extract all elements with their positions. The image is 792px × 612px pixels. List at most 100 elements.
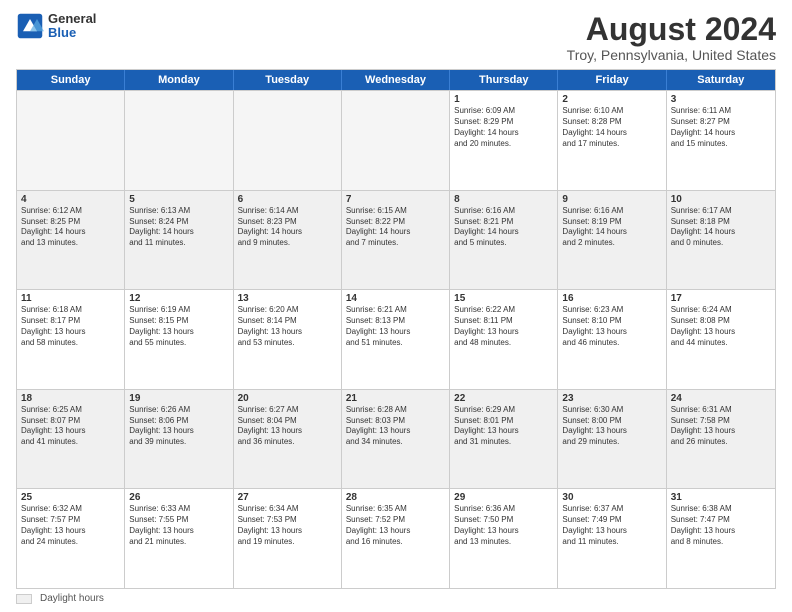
calendar-cell: 9Sunrise: 6:16 AMSunset: 8:19 PMDaylight… bbox=[558, 191, 666, 290]
cell-content: Sunrise: 6:23 AMSunset: 8:10 PMDaylight:… bbox=[562, 305, 661, 348]
legend-label: Daylight hours bbox=[40, 593, 104, 604]
cell-content: Sunrise: 6:09 AMSunset: 8:29 PMDaylight:… bbox=[454, 106, 553, 149]
legend-box bbox=[16, 594, 32, 604]
cell-content: Sunrise: 6:22 AMSunset: 8:11 PMDaylight:… bbox=[454, 305, 553, 348]
day-number: 13 bbox=[238, 293, 337, 304]
day-number: 12 bbox=[129, 293, 228, 304]
cell-content: Sunrise: 6:16 AMSunset: 8:19 PMDaylight:… bbox=[562, 206, 661, 249]
logo-blue-text: Blue bbox=[48, 26, 96, 40]
calendar-cell: 11Sunrise: 6:18 AMSunset: 8:17 PMDayligh… bbox=[17, 290, 125, 389]
calendar-cell: 6Sunrise: 6:14 AMSunset: 8:23 PMDaylight… bbox=[234, 191, 342, 290]
calendar-cell: 25Sunrise: 6:32 AMSunset: 7:57 PMDayligh… bbox=[17, 489, 125, 588]
calendar-row-2: 11Sunrise: 6:18 AMSunset: 8:17 PMDayligh… bbox=[17, 289, 775, 389]
day-number: 24 bbox=[671, 393, 771, 404]
calendar-cell: 21Sunrise: 6:28 AMSunset: 8:03 PMDayligh… bbox=[342, 390, 450, 489]
calendar-cell: 23Sunrise: 6:30 AMSunset: 8:00 PMDayligh… bbox=[558, 390, 666, 489]
calendar-header-sunday: Sunday bbox=[17, 70, 125, 90]
calendar-header: SundayMondayTuesdayWednesdayThursdayFrid… bbox=[17, 70, 775, 90]
cell-content: Sunrise: 6:28 AMSunset: 8:03 PMDaylight:… bbox=[346, 405, 445, 448]
logo-general-text: General bbox=[48, 12, 96, 26]
calendar-cell: 17Sunrise: 6:24 AMSunset: 8:08 PMDayligh… bbox=[667, 290, 775, 389]
day-number: 19 bbox=[129, 393, 228, 404]
cell-content: Sunrise: 6:36 AMSunset: 7:50 PMDaylight:… bbox=[454, 504, 553, 547]
cell-content: Sunrise: 6:13 AMSunset: 8:24 PMDaylight:… bbox=[129, 206, 228, 249]
calendar-cell: 13Sunrise: 6:20 AMSunset: 8:14 PMDayligh… bbox=[234, 290, 342, 389]
cell-content: Sunrise: 6:24 AMSunset: 8:08 PMDaylight:… bbox=[671, 305, 771, 348]
day-number: 27 bbox=[238, 492, 337, 503]
calendar-cell: 19Sunrise: 6:26 AMSunset: 8:06 PMDayligh… bbox=[125, 390, 233, 489]
calendar-cell: 30Sunrise: 6:37 AMSunset: 7:49 PMDayligh… bbox=[558, 489, 666, 588]
day-number: 31 bbox=[671, 492, 771, 503]
cell-content: Sunrise: 6:38 AMSunset: 7:47 PMDaylight:… bbox=[671, 504, 771, 547]
day-number: 8 bbox=[454, 194, 553, 205]
day-number: 15 bbox=[454, 293, 553, 304]
cell-content: Sunrise: 6:32 AMSunset: 7:57 PMDaylight:… bbox=[21, 504, 120, 547]
calendar-cell: 12Sunrise: 6:19 AMSunset: 8:15 PMDayligh… bbox=[125, 290, 233, 389]
calendar-header-saturday: Saturday bbox=[667, 70, 775, 90]
calendar-cell: 5Sunrise: 6:13 AMSunset: 8:24 PMDaylight… bbox=[125, 191, 233, 290]
calendar-cell: 16Sunrise: 6:23 AMSunset: 8:10 PMDayligh… bbox=[558, 290, 666, 389]
cell-content: Sunrise: 6:33 AMSunset: 7:55 PMDaylight:… bbox=[129, 504, 228, 547]
calendar-cell bbox=[17, 91, 125, 190]
day-number: 22 bbox=[454, 393, 553, 404]
day-number: 16 bbox=[562, 293, 661, 304]
day-number: 26 bbox=[129, 492, 228, 503]
calendar-cell: 27Sunrise: 6:34 AMSunset: 7:53 PMDayligh… bbox=[234, 489, 342, 588]
legend: Daylight hours bbox=[16, 589, 776, 604]
calendar-cell: 7Sunrise: 6:15 AMSunset: 8:22 PMDaylight… bbox=[342, 191, 450, 290]
day-number: 14 bbox=[346, 293, 445, 304]
logo-text: General Blue bbox=[48, 12, 96, 41]
calendar-cell: 10Sunrise: 6:17 AMSunset: 8:18 PMDayligh… bbox=[667, 191, 775, 290]
title-area: August 2024 Troy, Pennsylvania, United S… bbox=[567, 12, 776, 63]
calendar-cell: 28Sunrise: 6:35 AMSunset: 7:52 PMDayligh… bbox=[342, 489, 450, 588]
page-title: August 2024 bbox=[567, 12, 776, 47]
calendar-cell: 31Sunrise: 6:38 AMSunset: 7:47 PMDayligh… bbox=[667, 489, 775, 588]
day-number: 18 bbox=[21, 393, 120, 404]
day-number: 7 bbox=[346, 194, 445, 205]
calendar-cell bbox=[342, 91, 450, 190]
cell-content: Sunrise: 6:20 AMSunset: 8:14 PMDaylight:… bbox=[238, 305, 337, 348]
cell-content: Sunrise: 6:17 AMSunset: 8:18 PMDaylight:… bbox=[671, 206, 771, 249]
day-number: 1 bbox=[454, 94, 553, 105]
cell-content: Sunrise: 6:18 AMSunset: 8:17 PMDaylight:… bbox=[21, 305, 120, 348]
logo: General Blue bbox=[16, 12, 96, 41]
cell-content: Sunrise: 6:29 AMSunset: 8:01 PMDaylight:… bbox=[454, 405, 553, 448]
day-number: 5 bbox=[129, 194, 228, 205]
calendar-cell: 24Sunrise: 6:31 AMSunset: 7:58 PMDayligh… bbox=[667, 390, 775, 489]
cell-content: Sunrise: 6:27 AMSunset: 8:04 PMDaylight:… bbox=[238, 405, 337, 448]
calendar-cell: 26Sunrise: 6:33 AMSunset: 7:55 PMDayligh… bbox=[125, 489, 233, 588]
calendar-cell: 4Sunrise: 6:12 AMSunset: 8:25 PMDaylight… bbox=[17, 191, 125, 290]
cell-content: Sunrise: 6:30 AMSunset: 8:00 PMDaylight:… bbox=[562, 405, 661, 448]
day-number: 28 bbox=[346, 492, 445, 503]
calendar-header-friday: Friday bbox=[558, 70, 666, 90]
calendar: SundayMondayTuesdayWednesdayThursdayFrid… bbox=[16, 69, 776, 589]
calendar-cell: 14Sunrise: 6:21 AMSunset: 8:13 PMDayligh… bbox=[342, 290, 450, 389]
calendar-header-tuesday: Tuesday bbox=[234, 70, 342, 90]
calendar-row-4: 25Sunrise: 6:32 AMSunset: 7:57 PMDayligh… bbox=[17, 488, 775, 588]
cell-content: Sunrise: 6:35 AMSunset: 7:52 PMDaylight:… bbox=[346, 504, 445, 547]
day-number: 3 bbox=[671, 94, 771, 105]
header: General Blue August 2024 Troy, Pennsylva… bbox=[16, 12, 776, 63]
calendar-cell: 3Sunrise: 6:11 AMSunset: 8:27 PMDaylight… bbox=[667, 91, 775, 190]
calendar-cell bbox=[234, 91, 342, 190]
logo-icon bbox=[16, 12, 44, 40]
calendar-cell: 15Sunrise: 6:22 AMSunset: 8:11 PMDayligh… bbox=[450, 290, 558, 389]
calendar-header-monday: Monday bbox=[125, 70, 233, 90]
calendar-cell: 1Sunrise: 6:09 AMSunset: 8:29 PMDaylight… bbox=[450, 91, 558, 190]
calendar-cell: 8Sunrise: 6:16 AMSunset: 8:21 PMDaylight… bbox=[450, 191, 558, 290]
cell-content: Sunrise: 6:11 AMSunset: 8:27 PMDaylight:… bbox=[671, 106, 771, 149]
day-number: 21 bbox=[346, 393, 445, 404]
calendar-cell: 29Sunrise: 6:36 AMSunset: 7:50 PMDayligh… bbox=[450, 489, 558, 588]
cell-content: Sunrise: 6:12 AMSunset: 8:25 PMDaylight:… bbox=[21, 206, 120, 249]
calendar-body: 1Sunrise: 6:09 AMSunset: 8:29 PMDaylight… bbox=[17, 90, 775, 588]
page: General Blue August 2024 Troy, Pennsylva… bbox=[0, 0, 792, 612]
calendar-cell: 20Sunrise: 6:27 AMSunset: 8:04 PMDayligh… bbox=[234, 390, 342, 489]
day-number: 23 bbox=[562, 393, 661, 404]
day-number: 11 bbox=[21, 293, 120, 304]
cell-content: Sunrise: 6:15 AMSunset: 8:22 PMDaylight:… bbox=[346, 206, 445, 249]
cell-content: Sunrise: 6:19 AMSunset: 8:15 PMDaylight:… bbox=[129, 305, 228, 348]
cell-content: Sunrise: 6:14 AMSunset: 8:23 PMDaylight:… bbox=[238, 206, 337, 249]
day-number: 2 bbox=[562, 94, 661, 105]
day-number: 9 bbox=[562, 194, 661, 205]
cell-content: Sunrise: 6:21 AMSunset: 8:13 PMDaylight:… bbox=[346, 305, 445, 348]
